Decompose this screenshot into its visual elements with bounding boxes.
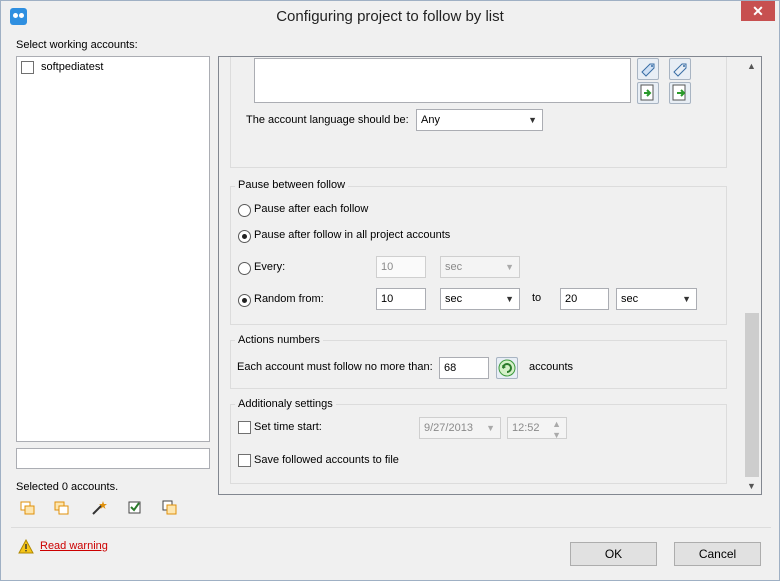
save-followed-checkbox[interactable] — [238, 454, 251, 467]
time-value: 12:52 — [512, 422, 540, 434]
save-file-button[interactable] — [669, 82, 691, 104]
spin-down-icon[interactable]: ▼ — [552, 425, 561, 445]
to-label: to — [532, 292, 542, 304]
additional-group-title: Additionaly settings — [235, 398, 336, 410]
random-from-unit-select[interactable]: sec ▼ — [440, 288, 520, 310]
save-followed-label[interactable]: Save followed accounts to file — [254, 454, 399, 466]
language-value: Any — [421, 114, 440, 126]
ok-button[interactable]: OK — [570, 542, 657, 566]
random-from-unit-value: sec — [445, 293, 463, 305]
copy-icon[interactable] — [20, 500, 36, 516]
dialog-window: Configuring project to follow by list ✕ … — [0, 0, 780, 581]
chevron-down-icon: ▼ — [505, 294, 514, 304]
additional-group — [230, 404, 727, 484]
refresh-icon — [498, 359, 516, 377]
pause-group-title: Pause between follow — [235, 179, 349, 191]
language-label: The account language should be: — [246, 114, 409, 126]
every-unit-value: sec — [445, 261, 463, 273]
selected-count: Selected 0 accounts. — [16, 481, 119, 493]
account-name: softpediatest — [41, 61, 104, 73]
tag-icon — [641, 63, 655, 77]
scroll-down-icon[interactable]: ▼ — [747, 481, 756, 491]
accounts-filter-input[interactable] — [16, 448, 210, 469]
magic-wand-icon[interactable] — [91, 500, 107, 516]
list-textarea[interactable] — [254, 58, 631, 103]
uncheck-all-icon[interactable] — [162, 500, 178, 516]
window-title: Configuring project to follow by list — [276, 8, 504, 25]
every-input[interactable]: 10 — [376, 256, 426, 278]
date-picker[interactable]: 9/27/2013 ▼ — [419, 417, 501, 439]
accounts-label: Select working accounts: — [16, 39, 138, 51]
chevron-down-icon: ▼ — [528, 115, 537, 125]
language-select[interactable]: Any ▼ — [416, 109, 543, 131]
document-arrow-icon — [672, 84, 686, 101]
limit-label: Each account must follow no more than: — [237, 361, 433, 373]
cancel-button[interactable]: Cancel — [674, 542, 761, 566]
footer-divider — [11, 527, 771, 528]
export-tag-button[interactable] — [669, 58, 691, 80]
tag-icon — [673, 63, 687, 77]
random-to-input[interactable]: 20 — [560, 288, 609, 310]
limit-input[interactable]: 68 — [439, 357, 489, 379]
scroll-up-icon[interactable]: ▲ — [747, 61, 756, 71]
actions-group-title: Actions numbers — [235, 334, 323, 346]
random-label[interactable]: Random from: — [254, 293, 324, 305]
date-value: 9/27/2013 — [424, 422, 473, 434]
check-all-icon[interactable] — [127, 500, 143, 516]
set-time-checkbox[interactable] — [238, 421, 251, 434]
paste-icon[interactable] — [54, 500, 70, 516]
every-unit-select[interactable]: sec ▼ — [440, 256, 520, 278]
pause-each-radio[interactable] — [238, 204, 251, 217]
import-tag-button[interactable] — [637, 58, 659, 80]
refresh-button[interactable] — [496, 357, 518, 379]
time-picker[interactable]: 12:52 ▲ ▼ — [507, 417, 567, 440]
pause-all-label[interactable]: Pause after follow in all project accoun… — [254, 229, 450, 241]
random-radio[interactable] — [238, 294, 251, 307]
list-item[interactable]: softpediatest — [20, 60, 206, 76]
random-to-unit-select[interactable]: sec ▼ — [616, 288, 697, 310]
load-file-button[interactable] — [637, 82, 659, 104]
chevron-down-icon: ▼ — [682, 294, 691, 304]
document-arrow-icon — [640, 84, 654, 101]
accounts-list[interactable]: softpediatest — [16, 56, 210, 442]
random-to-unit-value: sec — [621, 293, 639, 305]
set-time-label[interactable]: Set time start: — [254, 421, 322, 433]
chevron-down-icon: ▼ — [486, 423, 495, 433]
random-from-input[interactable]: 10 — [376, 288, 426, 310]
settings-scroll-panel[interactable]: The account language should be: Any ▼ Pa… — [218, 56, 762, 495]
vertical-scrollbar[interactable]: ▲ ▼ — [743, 57, 761, 494]
every-radio[interactable] — [238, 262, 251, 275]
scroll-thumb[interactable] — [745, 313, 759, 477]
every-label[interactable]: Every: — [254, 261, 285, 273]
pause-each-label[interactable]: Pause after each follow — [254, 203, 368, 215]
pause-all-radio[interactable] — [238, 230, 251, 243]
read-warning-link[interactable]: Read warning — [40, 540, 108, 552]
account-checkbox[interactable] — [21, 61, 34, 74]
chevron-down-icon: ▼ — [505, 262, 514, 272]
close-button[interactable]: ✕ — [741, 1, 775, 21]
warning-icon — [18, 539, 34, 554]
limit-unit-label: accounts — [529, 361, 574, 373]
title-bar: Configuring project to follow by list ✕ — [1, 1, 779, 33]
